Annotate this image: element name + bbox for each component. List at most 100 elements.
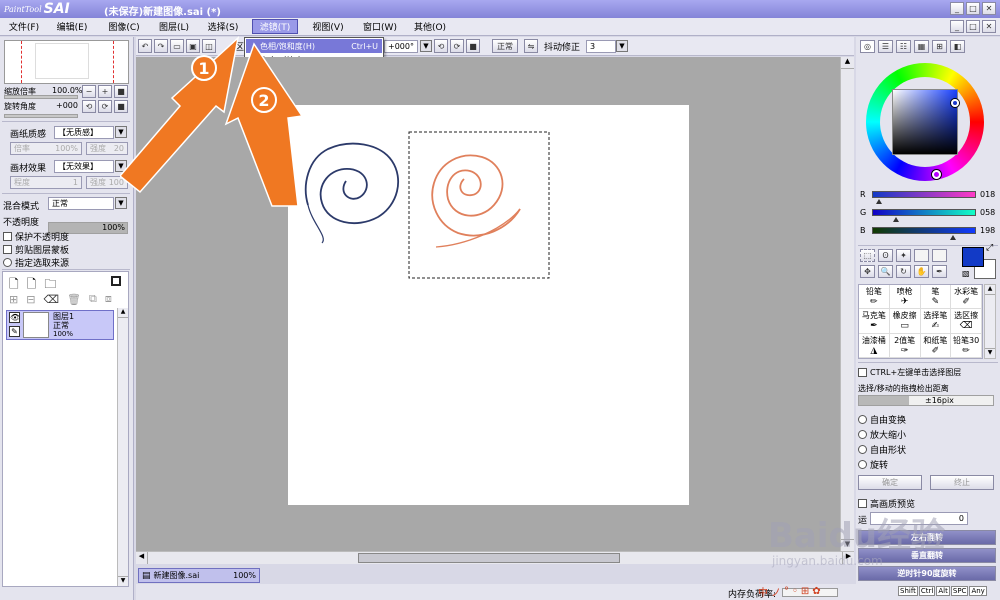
maximize-button[interactable]: □ bbox=[966, 2, 980, 15]
ime-glyph-2[interactable]: ° bbox=[784, 586, 789, 597]
selection-marquee[interactable] bbox=[408, 131, 550, 279]
canvas-area[interactable] bbox=[136, 57, 840, 551]
angle-slider[interactable] bbox=[4, 114, 78, 118]
menu-6[interactable]: 视图(V) bbox=[306, 19, 350, 34]
rotate-cw-button[interactable]: ⟳ bbox=[450, 39, 464, 53]
undo-button[interactable]: ↶ bbox=[138, 39, 152, 53]
document-tab[interactable]: ▤ 新建图像.sai 100% bbox=[138, 568, 260, 583]
swatch-tab-icon[interactable]: ▦ bbox=[914, 40, 929, 53]
menu-2[interactable]: 图像(C) bbox=[102, 19, 146, 34]
paper-texture-dropdown-icon[interactable]: ▼ bbox=[115, 126, 127, 138]
transparent-color-icon[interactable]: ▧ bbox=[962, 269, 970, 278]
channel-g-handle[interactable] bbox=[892, 217, 899, 222]
brush-grid-scrollbar[interactable]: ▲ ▼ bbox=[984, 284, 996, 359]
color-wheel-tab-icon[interactable]: ◎ bbox=[860, 40, 875, 53]
sv-picker-handle[interactable] bbox=[951, 99, 959, 107]
hscroll-thumb[interactable] bbox=[358, 553, 620, 563]
zoom-out-button[interactable]: − bbox=[82, 85, 96, 98]
hsv-slider-tab-icon[interactable]: ☷ bbox=[896, 40, 911, 53]
channel-b-slider[interactable] bbox=[872, 227, 976, 234]
move-icon[interactable]: ✥ bbox=[860, 265, 875, 278]
rotate-radio[interactable] bbox=[858, 460, 867, 469]
flip-vertical-button[interactable]: 垂直翻转 bbox=[858, 548, 996, 563]
flip-button[interactable]: ⇋ bbox=[524, 39, 538, 53]
channel-g-slider[interactable] bbox=[872, 209, 976, 216]
hand-icon[interactable]: ✋ bbox=[914, 265, 929, 278]
layer-scrollbar[interactable]: ▲ ▼ bbox=[117, 308, 128, 586]
merge-down-icon[interactable]: ⊟ bbox=[26, 293, 35, 306]
swap-colors-icon[interactable]: ⤢ bbox=[986, 243, 993, 253]
ime-glyph-1[interactable]: ノ bbox=[771, 584, 781, 599]
rotate-ccw-90-button[interactable]: 逆时针90度旋转 bbox=[858, 566, 996, 581]
preserve-opacity-checkbox[interactable] bbox=[3, 232, 12, 241]
reset-rotation-button[interactable]: ■ bbox=[466, 39, 480, 53]
invert-select-button[interactable]: ▣ bbox=[186, 39, 200, 53]
paper-effect-field[interactable]: 【无效果】 bbox=[54, 160, 114, 173]
blend-mode-button[interactable]: 正常 bbox=[492, 39, 518, 53]
transform-ok-button[interactable]: 确定 bbox=[858, 475, 922, 490]
ctrl-select-option[interactable]: CTRL+左键单击选择图层 bbox=[858, 367, 961, 378]
flatten-icon[interactable]: ⧈ bbox=[105, 292, 112, 306]
blend-mode-field[interactable]: 正常 bbox=[48, 197, 114, 210]
saturation-value-square[interactable] bbox=[892, 89, 958, 155]
brush-tool-6[interactable]: 选择笔 ✍ bbox=[920, 309, 952, 334]
clear-layer-icon[interactable]: ⌫ bbox=[43, 293, 59, 306]
zoom-reset-button[interactable]: ■ bbox=[114, 85, 128, 98]
close-button[interactable]: ✕ bbox=[982, 2, 996, 15]
palette-tab-icon[interactable]: ◧ bbox=[950, 40, 965, 53]
lasso-icon[interactable]: ʘ bbox=[878, 249, 893, 262]
hq-preview-checkbox[interactable] bbox=[858, 499, 867, 508]
brush-tool-5[interactable]: 橡皮擦 ▭ bbox=[889, 309, 921, 334]
rotate-option[interactable]: 旋转 bbox=[858, 458, 888, 471]
brush-tool-9[interactable]: 2值笔 ✑ bbox=[889, 333, 921, 358]
brush-lock-icon[interactable]: ✎ bbox=[9, 326, 20, 337]
magic-wand-icon[interactable]: ✦ bbox=[896, 249, 911, 262]
merge-visible-icon[interactable]: ⧉ bbox=[89, 292, 97, 306]
zoom-slider[interactable] bbox=[4, 95, 78, 99]
select-source-radio[interactable] bbox=[3, 258, 12, 267]
channel-b-handle[interactable] bbox=[950, 235, 957, 240]
eye-icon[interactable]: 👁 bbox=[9, 312, 20, 323]
layer-row[interactable]: 👁 ✎ 图层1 正常 100% bbox=[6, 310, 114, 340]
canvas[interactable] bbox=[288, 105, 689, 505]
blend-mode-dropdown-icon[interactable]: ▼ bbox=[115, 197, 127, 209]
menu-0[interactable]: 文件(F) bbox=[6, 19, 42, 34]
clip-mask-option[interactable]: 剪贴图层蒙板 bbox=[3, 243, 69, 256]
canvas-hscrollbar[interactable]: ◀ ▶ bbox=[136, 551, 854, 564]
brush-tool-10[interactable]: 和纸笔 ✐ bbox=[920, 333, 952, 358]
brush-tool-11[interactable]: 铅笔30 ✏ bbox=[951, 333, 982, 358]
paper-effect-dropdown-icon[interactable]: ▼ bbox=[115, 160, 127, 172]
color-wheel[interactable] bbox=[866, 63, 984, 181]
select-source-option[interactable]: 指定选取来源 bbox=[3, 256, 69, 269]
ctrl-select-checkbox[interactable] bbox=[858, 368, 867, 377]
rotate-tool-icon[interactable]: ↻ bbox=[896, 265, 911, 278]
nav-rotate-ccw-button[interactable]: ⟲ bbox=[82, 100, 96, 113]
canvas-vscrollbar[interactable]: ▲ ▼ bbox=[840, 57, 854, 551]
zoom-icon[interactable]: 🔍 bbox=[878, 265, 893, 278]
brush-tool-0[interactable]: 铅笔 ✏ bbox=[859, 285, 890, 310]
hue-picker-handle[interactable] bbox=[932, 170, 941, 179]
free-transform-radio[interactable] bbox=[858, 415, 867, 424]
brush-tool-1[interactable]: 喷枪 ✈ bbox=[889, 285, 921, 310]
show-select-button[interactable]: ◫ bbox=[202, 39, 216, 53]
free-transform-option[interactable]: 自由变换 bbox=[858, 413, 906, 426]
free-shape-radio[interactable] bbox=[858, 445, 867, 454]
delete-layer-icon[interactable]: 🗑 bbox=[67, 293, 81, 306]
stabilizer-field[interactable]: 3 bbox=[586, 40, 616, 53]
scratchpad-tab-icon[interactable]: ⊞ bbox=[932, 40, 947, 53]
ime-glyph-5[interactable]: ✿ bbox=[812, 586, 820, 597]
brush-tool-4[interactable]: 马克笔 ✒ bbox=[859, 309, 890, 334]
ratio-field[interactable]: 0 bbox=[870, 512, 968, 525]
free-shape-option[interactable]: 自由形状 bbox=[858, 443, 906, 456]
ime-glyph-3[interactable]: ◦ bbox=[792, 586, 798, 597]
ime-glyph-4[interactable]: ⊞ bbox=[801, 586, 809, 597]
menu-8[interactable]: 其他(O) bbox=[410, 19, 450, 34]
doc-close-button[interactable]: ✕ bbox=[982, 20, 996, 33]
menu-5[interactable]: 滤镜(T) bbox=[252, 19, 298, 34]
nav-rotate-reset-button[interactable]: ■ bbox=[114, 100, 128, 113]
scale-radio[interactable] bbox=[858, 430, 867, 439]
hq-preview-option[interactable]: 高画质预览 bbox=[858, 497, 915, 510]
transfer-down-icon[interactable]: ⊞ bbox=[9, 293, 18, 306]
clip-mask-checkbox[interactable] bbox=[3, 245, 12, 254]
doc-minimize-button[interactable]: _ bbox=[950, 20, 964, 33]
